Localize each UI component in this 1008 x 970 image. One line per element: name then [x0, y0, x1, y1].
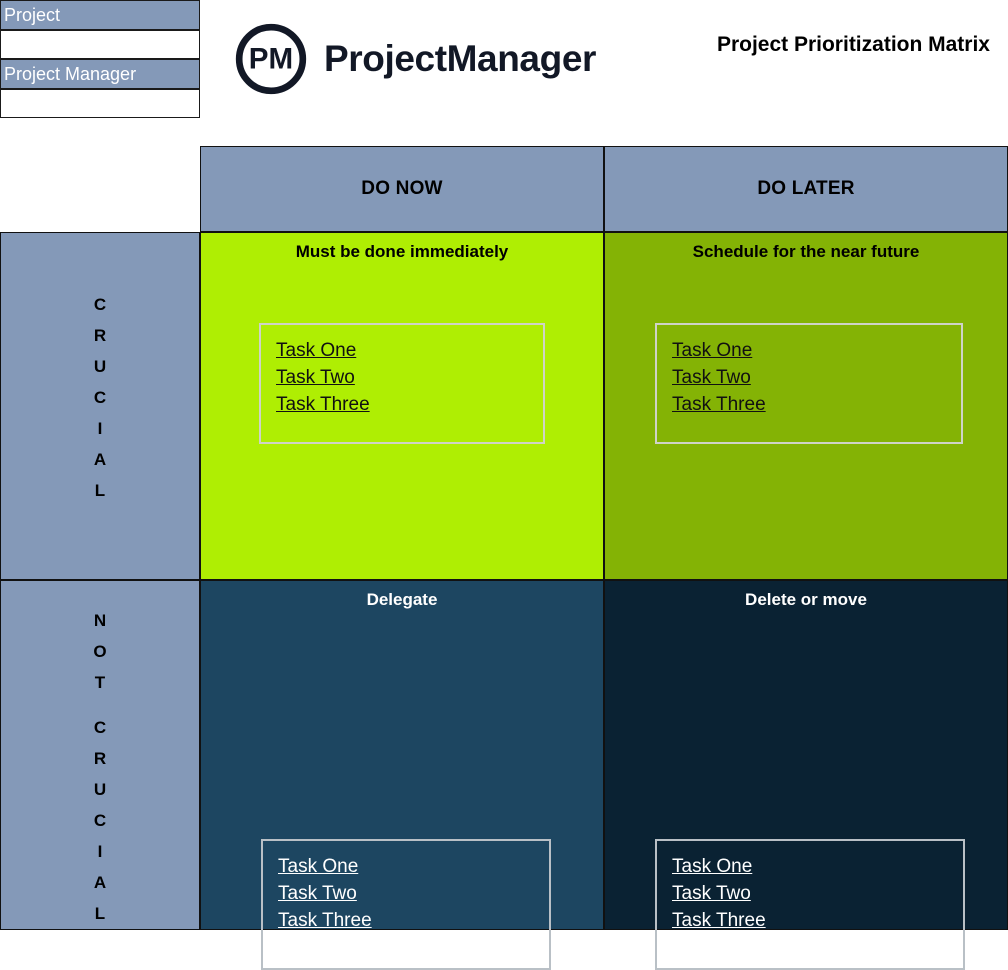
brand-logo: PM ProjectManager — [234, 22, 596, 96]
row-label-not-crucial: N O T C R U C I A L — [0, 580, 200, 930]
project-manager-value-cell[interactable] — [0, 89, 200, 118]
quadrant-delete-or-move-subtitle: Delete or move — [605, 589, 1007, 611]
column-header-do-now-label: DO NOW — [361, 178, 442, 200]
quadrant-do-later: Schedule for the near future Task One Ta… — [604, 232, 1008, 580]
project-value-cell[interactable] — [0, 30, 200, 59]
task-link[interactable]: Task Two — [276, 364, 355, 391]
row-label-letter: N — [94, 605, 106, 636]
project-label: Project — [4, 6, 60, 24]
row-label-letter: C — [94, 382, 106, 413]
quadrant-delegate-subtitle: Delegate — [201, 589, 603, 611]
header-band: Project Project Manager PM ProjectManage… — [0, 0, 1008, 146]
row-label-letter: O — [93, 636, 106, 667]
project-label-cell: Project — [0, 0, 200, 30]
prioritization-matrix: DO NOW DO LATER C R U C I A L N O T C R … — [0, 146, 1008, 930]
project-manager-label: Project Manager — [4, 65, 136, 83]
row-label-letter: L — [95, 475, 105, 506]
row-label-letter: U — [94, 351, 106, 382]
task-link[interactable]: Task One — [276, 337, 356, 364]
row-label-crucial: C R U C I A L — [0, 232, 200, 580]
column-header-do-later-label: DO LATER — [757, 178, 854, 200]
task-list-delegate: Task One Task Two Task Three — [261, 839, 551, 970]
task-link[interactable]: Task One — [672, 853, 752, 880]
page-title: Project Prioritization Matrix — [717, 33, 990, 57]
row-label-letter: C — [94, 805, 106, 836]
row-label-letter: T — [95, 667, 105, 698]
brand-name: ProjectManager — [324, 38, 596, 80]
row-label-letter: A — [94, 444, 106, 475]
task-link[interactable]: Task Two — [278, 880, 357, 907]
column-header-do-now: DO NOW — [200, 146, 604, 232]
task-list-do-now: Task One Task Two Task Three — [259, 323, 545, 444]
task-list-delete-or-move: Task One Task Two Task Three — [655, 839, 965, 970]
pm-circle-icon: PM — [234, 22, 308, 96]
task-link[interactable]: Task Two — [672, 880, 751, 907]
row-label-letter: R — [94, 320, 106, 351]
row-label-letter: L — [95, 898, 105, 929]
quadrant-do-now-subtitle: Must be done immediately — [201, 241, 603, 263]
task-link[interactable]: Task One — [278, 853, 358, 880]
task-link[interactable]: Task One — [672, 337, 752, 364]
row-label-letter: I — [98, 413, 103, 444]
quadrant-do-later-subtitle: Schedule for the near future — [605, 241, 1007, 263]
quadrant-delete-or-move: Delete or move Task One Task Two Task Th… — [604, 580, 1008, 930]
row-label-letter: I — [98, 836, 103, 867]
quadrant-do-now: Must be done immediately Task One Task T… — [200, 232, 604, 580]
row-label-letter: C — [94, 712, 106, 743]
row-label-letter: C — [94, 289, 106, 320]
svg-text:PM: PM — [249, 43, 293, 76]
row-label-letter: A — [94, 867, 106, 898]
project-manager-label-cell: Project Manager — [0, 59, 200, 89]
task-list-do-later: Task One Task Two Task Three — [655, 323, 963, 444]
column-header-do-later: DO LATER — [604, 146, 1008, 232]
row-label-letter: R — [94, 743, 106, 774]
task-link[interactable]: Task Three — [276, 391, 370, 418]
task-link[interactable]: Task Three — [672, 391, 766, 418]
quadrant-delegate: Delegate Task One Task Two Task Three — [200, 580, 604, 930]
row-label-letter: U — [94, 774, 106, 805]
task-link[interactable]: Task Two — [672, 364, 751, 391]
matrix-corner-cell — [0, 146, 200, 232]
